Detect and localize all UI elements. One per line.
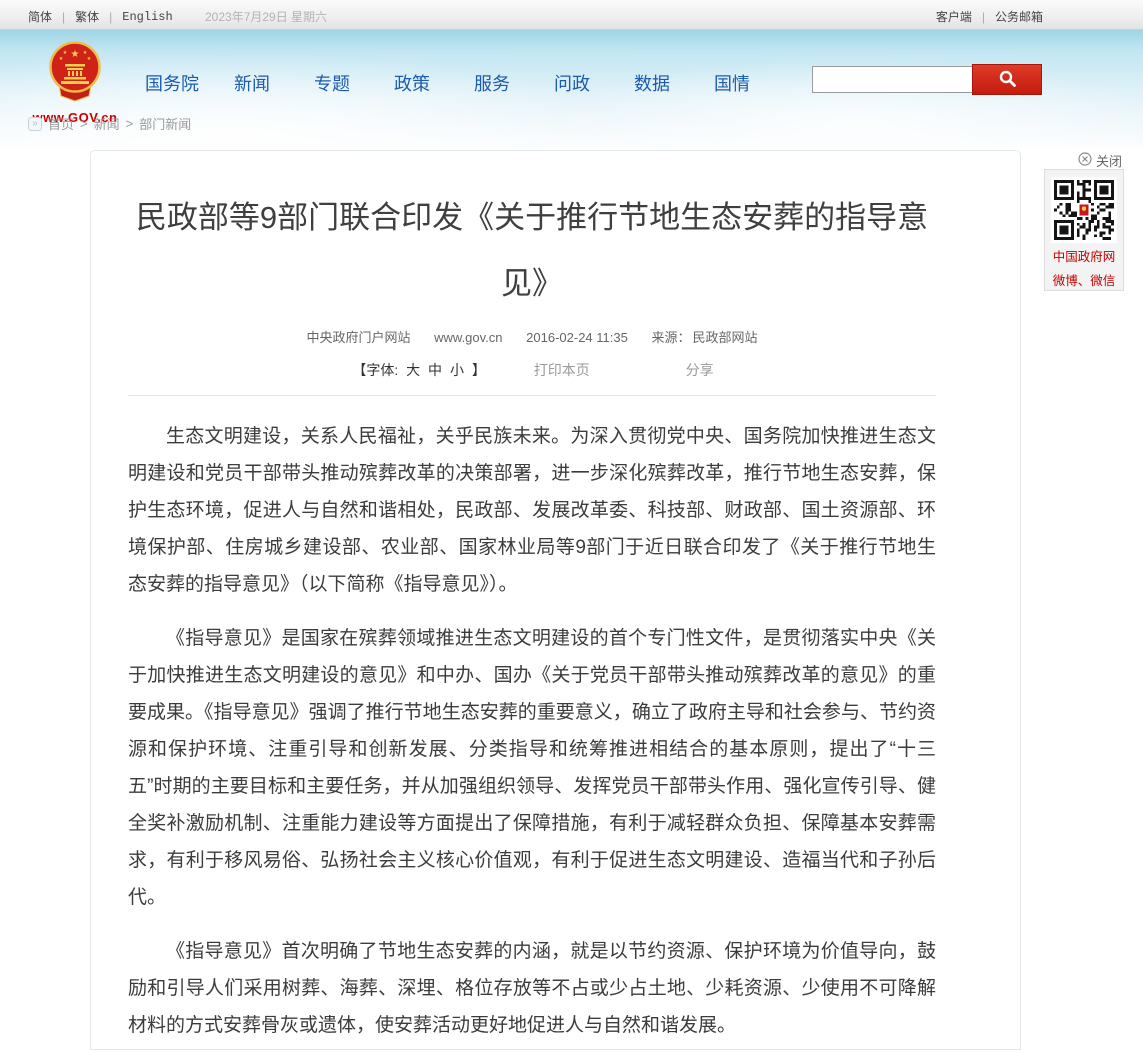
breadcrumb-home[interactable]: 首页 <box>48 114 74 133</box>
share-button[interactable]: 分享 <box>686 362 714 378</box>
article: 民政部等9部门联合印发《关于推行节地生态安葬的指导意见》 中央政府门户网站 ww… <box>91 151 1020 1044</box>
nav-policy[interactable]: 政策 <box>372 70 452 96</box>
paragraph: 生态文明建设，关系人民福祉，关乎民族未来。为深入贯彻党中央、国务院加快推进生态文… <box>128 418 936 603</box>
print-button[interactable]: 打印本页 <box>534 362 590 378</box>
meta-source-label: 来源： <box>651 330 690 345</box>
site-search <box>812 64 1042 95</box>
qr-caption-line2: 微博、微信 <box>1045 272 1123 291</box>
qr-widget: 中国政府网 微博、微信 <box>1044 169 1124 291</box>
breadcrumb-separator: > <box>80 116 88 131</box>
divider <box>128 395 936 396</box>
close-icon <box>1078 152 1092 169</box>
svg-text:★: ★ <box>87 56 92 62</box>
close-label: 关闭 <box>1096 151 1122 170</box>
nav-news[interactable]: 新闻 <box>212 70 292 96</box>
topbar-links: 客户端 | 公务邮箱 <box>936 8 1043 25</box>
client-app-link[interactable]: 客户端 <box>936 8 972 25</box>
nav-interaction[interactable]: 问政 <box>532 70 612 96</box>
qr-code <box>1051 177 1117 243</box>
search-input[interactable] <box>812 66 972 93</box>
main-navigation: 国务院 新闻 专题 政策 服务 问政 数据 国情 <box>132 70 772 96</box>
top-utility-bar: 简体 | 繁体 | English 2023年7月29日 星期六 客户端 | 公… <box>0 0 1143 30</box>
font-label-open: 【字体: <box>352 362 398 378</box>
breadcrumb-separator: > <box>126 116 134 131</box>
national-emblem-icon: ★ ★ ★ ★ ★ <box>44 91 106 108</box>
separator: | <box>62 10 65 24</box>
search-button[interactable] <box>972 64 1042 95</box>
lang-simplified[interactable]: 简体 <box>28 8 52 25</box>
language-switcher: 简体 | 繁体 | English <box>28 8 173 25</box>
font-size-small[interactable]: 小 <box>450 362 464 378</box>
site-header: ★ ★ ★ ★ ★ www.GOV.cn 国务院 新闻 专题 政策 服务 问政 … <box>0 30 1143 148</box>
breadcrumb-dept-news[interactable]: 部门新闻 <box>139 114 191 133</box>
gov-mail-link[interactable]: 公务邮箱 <box>995 8 1043 25</box>
qr-close-button[interactable]: 关闭 <box>1078 151 1122 170</box>
nav-data[interactable]: 数据 <box>612 70 692 96</box>
font-size-medium[interactable]: 中 <box>428 362 442 378</box>
meta-datetime: 2016-02-24 11:35 <box>526 330 628 345</box>
svg-text:★: ★ <box>59 56 64 62</box>
svg-text:★: ★ <box>63 50 68 56</box>
meta-site-url: www.gov.cn <box>434 330 502 345</box>
svg-text:★: ★ <box>71 49 80 60</box>
article-toolbar: 【字体: 大 中 小 】 打印本页 分享 <box>128 360 936 380</box>
font-size-large[interactable]: 大 <box>406 362 420 378</box>
article-container: 民政部等9部门联合印发《关于推行节地生态安葬的指导意见》 中央政府门户网站 ww… <box>90 150 1021 1050</box>
paragraph: 《指导意见》是国家在殡葬领域推进生态文明建设的首个专门性文件，是贯彻落实中央《关… <box>128 620 936 916</box>
lang-traditional[interactable]: 繁体 <box>75 8 99 25</box>
qr-caption-line1: 中国政府网 <box>1045 248 1123 267</box>
article-body: 生态文明建设，关系人民福祉，关乎民族未来。为深入贯彻党中央、国务院加快推进生态文… <box>128 418 936 1044</box>
meta-source: 民政部网站 <box>692 330 757 345</box>
article-meta: 中央政府门户网站 www.gov.cn 2016-02-24 11:35 来源：… <box>128 327 936 346</box>
breadcrumb-arrow-icon: » <box>28 117 42 131</box>
nav-national-conditions[interactable]: 国情 <box>692 70 772 96</box>
search-icon <box>998 69 1017 91</box>
separator: | <box>982 10 985 24</box>
paragraph: 《指导意见》首次明确了节地生态安葬的内涵，就是以节约资源、保护环境为价值导向，鼓… <box>128 933 936 1044</box>
current-date: 2023年7月29日 星期六 <box>205 8 327 25</box>
nav-services[interactable]: 服务 <box>452 70 532 96</box>
font-label-close: 】 <box>472 362 486 378</box>
breadcrumb-news[interactable]: 新闻 <box>94 114 120 133</box>
nav-state-council[interactable]: 国务院 <box>132 70 212 96</box>
page-title: 民政部等9部门联合印发《关于推行节地生态安葬的指导意见》 <box>132 185 932 317</box>
meta-site-name: 中央政府门户网站 <box>306 330 410 345</box>
separator: | <box>109 10 112 24</box>
lang-english[interactable]: English <box>122 10 172 24</box>
gov-logo[interactable]: ★ ★ ★ ★ ★ www.GOV.cn <box>30 40 120 125</box>
font-size-control: 【字体: 大 中 小 】 <box>350 362 491 378</box>
nav-topics[interactable]: 专题 <box>292 70 372 96</box>
breadcrumb: » 首页 > 新闻 > 部门新闻 <box>28 114 191 133</box>
